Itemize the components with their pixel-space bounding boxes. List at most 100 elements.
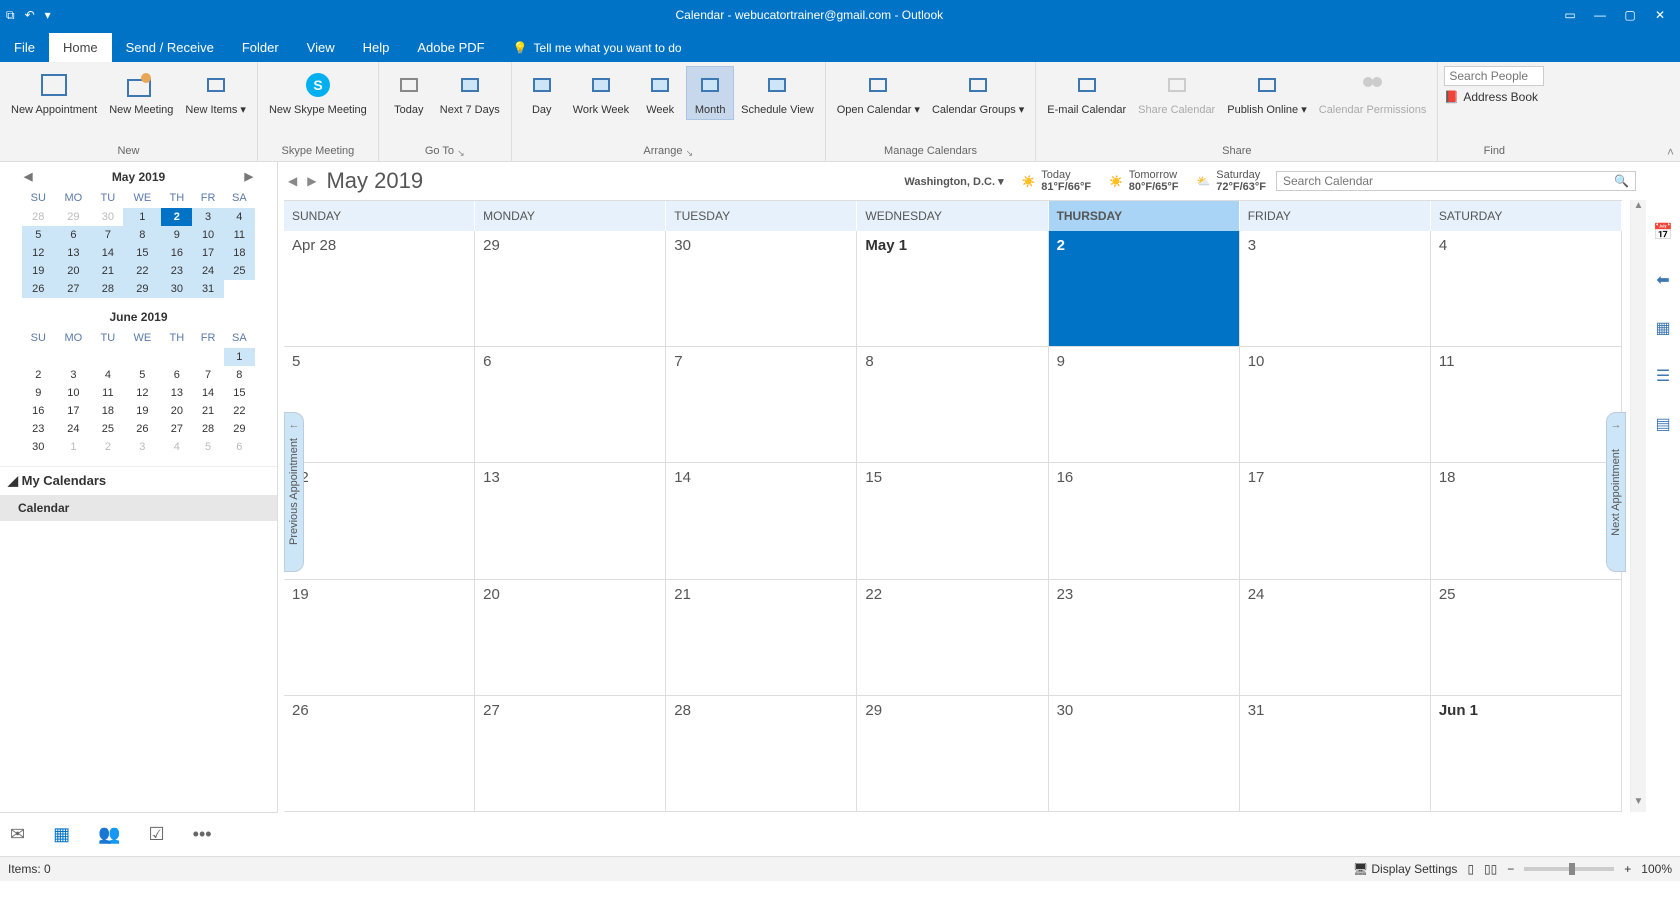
- tasks-icon[interactable]: ☑: [149, 824, 165, 845]
- minical-day[interactable]: 5: [192, 438, 223, 456]
- zoom-in-icon[interactable]: +: [1624, 862, 1631, 876]
- minical-day[interactable]: 7: [192, 366, 223, 384]
- tab-view[interactable]: View: [293, 33, 349, 62]
- address-book-button[interactable]: 📕Address Book: [1444, 90, 1544, 104]
- calendar-cell[interactable]: 28: [666, 696, 857, 812]
- minical-day[interactable]: 18: [92, 402, 123, 420]
- new-items-button[interactable]: New Items ▾: [180, 66, 251, 120]
- minical-day[interactable]: 31: [192, 280, 223, 298]
- customize-qat-icon[interactable]: ▾: [45, 8, 51, 23]
- minical-day[interactable]: 22: [224, 402, 255, 420]
- week-button[interactable]: Week: [636, 66, 684, 120]
- open-calendar-button[interactable]: Open Calendar ▾: [832, 66, 925, 120]
- tab-adobe-pdf[interactable]: Adobe PDF: [403, 33, 498, 62]
- minical-day[interactable]: [123, 348, 161, 366]
- goto-dialog-launcher-icon[interactable]: ↘: [457, 148, 465, 158]
- minical-day[interactable]: 16: [161, 244, 192, 262]
- minical-day[interactable]: 22: [123, 262, 161, 280]
- calendar-cell[interactable]: 31: [1240, 696, 1431, 812]
- minical-day[interactable]: 10: [192, 226, 223, 244]
- minical-day[interactable]: 27: [55, 280, 93, 298]
- minical-day[interactable]: 13: [55, 244, 93, 262]
- minical-day[interactable]: 27: [161, 420, 192, 438]
- calendar-icon[interactable]: ▦: [53, 824, 70, 845]
- search-calendar[interactable]: 🔍: [1276, 171, 1636, 191]
- minical-day[interactable]: 30: [22, 438, 55, 456]
- minical-day[interactable]: 30: [92, 208, 123, 226]
- shortcut-week-icon[interactable]: ▦: [1655, 318, 1670, 338]
- minical-day[interactable]: 17: [55, 402, 93, 420]
- minical-day[interactable]: 20: [55, 262, 93, 280]
- weather-day3[interactable]: ⛅Saturday72°F/63°F: [1197, 169, 1266, 193]
- minical-next-icon[interactable]: ▶: [245, 170, 253, 183]
- minical-day[interactable]: 24: [55, 420, 93, 438]
- minical-day[interactable]: 1: [55, 438, 93, 456]
- tab-help[interactable]: Help: [349, 33, 404, 62]
- calendar-list-item[interactable]: Calendar: [0, 495, 277, 521]
- minical-day[interactable]: 2: [22, 366, 55, 384]
- minical-day[interactable]: 3: [192, 208, 223, 226]
- calendar-cell[interactable]: 7: [666, 347, 857, 463]
- scroll-down-icon[interactable]: ▼: [1631, 796, 1646, 812]
- qat-icon[interactable]: ⧉: [6, 8, 15, 23]
- minical-day[interactable]: [224, 280, 255, 298]
- minical-day[interactable]: 1: [123, 208, 161, 226]
- close-icon[interactable]: ✕: [1652, 8, 1668, 22]
- calendar-cell[interactable]: 29: [475, 231, 666, 347]
- minical-day[interactable]: 29: [55, 208, 93, 226]
- calendar-cell[interactable]: 9: [1049, 347, 1240, 463]
- minical-day[interactable]: 6: [161, 366, 192, 384]
- calendar-cell[interactable]: 26: [284, 696, 475, 812]
- minical-day[interactable]: 6: [55, 226, 93, 244]
- minical-day[interactable]: 17: [192, 244, 223, 262]
- calendar-cell[interactable]: 30: [666, 231, 857, 347]
- calendar-cell[interactable]: 30: [1049, 696, 1240, 812]
- month-button[interactable]: Month: [686, 66, 734, 120]
- minical-day[interactable]: [55, 348, 93, 366]
- calendar-cell[interactable]: 3: [1240, 231, 1431, 347]
- shortcut-list-icon[interactable]: ☰: [1656, 366, 1670, 386]
- previous-appointment-tab[interactable]: ←Previous Appointment: [284, 412, 304, 572]
- minical-day[interactable]: 4: [161, 438, 192, 456]
- next7days-button[interactable]: Next 7 Days: [435, 66, 505, 120]
- calendar-groups-button[interactable]: Calendar Groups ▾: [927, 66, 1029, 120]
- minical-day[interactable]: 15: [224, 384, 255, 402]
- maximize-icon[interactable]: ▢: [1622, 8, 1638, 22]
- tab-file[interactable]: File: [0, 33, 49, 62]
- minical-day[interactable]: 26: [123, 420, 161, 438]
- minical-day[interactable]: 29: [123, 280, 161, 298]
- calendar-cell[interactable]: 18: [1431, 463, 1622, 579]
- calendar-cell[interactable]: 16: [1049, 463, 1240, 579]
- view-reading-icon[interactable]: ▯▯: [1484, 862, 1497, 876]
- minical-day[interactable]: [161, 348, 192, 366]
- minical-day[interactable]: 29: [224, 420, 255, 438]
- skype-meeting-button[interactable]: SNew Skype Meeting: [264, 66, 372, 120]
- minical-day[interactable]: 26: [22, 280, 55, 298]
- calendar-cell[interactable]: 14: [666, 463, 857, 579]
- minical-day[interactable]: 11: [92, 384, 123, 402]
- calendar-cell[interactable]: 24: [1240, 580, 1431, 696]
- minical-day[interactable]: [92, 348, 123, 366]
- search-calendar-input[interactable]: [1283, 174, 1614, 188]
- minical-day[interactable]: 16: [22, 402, 55, 420]
- minical-day[interactable]: 1: [224, 348, 255, 366]
- next-month-icon[interactable]: ▶: [307, 174, 316, 188]
- minical-day[interactable]: 28: [192, 420, 223, 438]
- calendar-cell[interactable]: 22: [857, 580, 1048, 696]
- zoom-slider[interactable]: [1524, 867, 1614, 871]
- next-appointment-tab[interactable]: →Next Appointment: [1606, 412, 1626, 572]
- shortcut-month-icon[interactable]: ▤: [1655, 414, 1670, 434]
- search-people-input[interactable]: [1444, 66, 1544, 86]
- minical-day[interactable]: 10: [55, 384, 93, 402]
- calendar-cell[interactable]: 11: [1431, 347, 1622, 463]
- email-calendar-button[interactable]: E-mail Calendar: [1042, 66, 1131, 120]
- publish-online-button[interactable]: Publish Online ▾: [1222, 66, 1312, 120]
- minical-day[interactable]: 24: [192, 262, 223, 280]
- calendar-cell[interactable]: 2: [1049, 231, 1240, 347]
- minical-day[interactable]: 11: [224, 226, 255, 244]
- calendar-cell[interactable]: 8: [857, 347, 1048, 463]
- minical-day[interactable]: 25: [92, 420, 123, 438]
- minical-prev-icon[interactable]: ◀: [24, 170, 32, 183]
- collapse-ribbon-icon[interactable]: ˄: [1667, 145, 1674, 159]
- calendar-cell[interactable]: May 1: [857, 231, 1048, 347]
